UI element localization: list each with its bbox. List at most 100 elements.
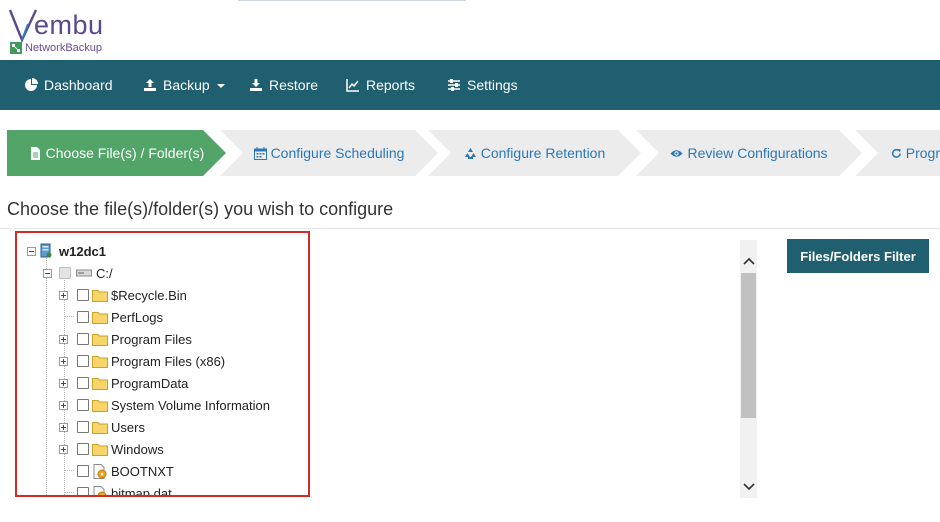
nav-backup[interactable]: Backup: [143, 60, 225, 110]
sliders-icon: [448, 79, 460, 91]
tree-item[interactable]: ProgramData: [59, 372, 188, 394]
folder-icon: [92, 333, 108, 346]
step-configure-scheduling-label: Configure Scheduling: [270, 145, 405, 161]
chevron-up-icon: [742, 257, 755, 265]
step-configure-scheduling[interactable]: Configure Scheduling: [220, 130, 438, 176]
item-label: Program Files: [111, 331, 192, 347]
line-chart-icon: [346, 79, 359, 92]
nav-reports[interactable]: Reports: [346, 60, 415, 110]
file-tree: w12dc1 C:/ $Recycle.Bin PerfLogs Program…: [17, 233, 308, 495]
scroll-down-button[interactable]: [740, 478, 757, 495]
pie-chart-icon: [25, 78, 38, 91]
step-choose-files[interactable]: Choose File(s) / Folder(s): [7, 130, 226, 176]
folder-icon: [92, 443, 108, 456]
scrollbar-thumb[interactable]: [741, 273, 756, 418]
tree-item[interactable]: bitmap.dat: [59, 482, 172, 497]
step-progress-label: Progr: [905, 145, 940, 161]
folder-icon: [92, 399, 108, 412]
expand-icon[interactable]: [59, 444, 68, 454]
item-checkbox[interactable]: [77, 377, 89, 389]
file-tree-panel: w12dc1 C:/ $Recycle.Bin PerfLogs Program…: [15, 231, 310, 497]
item-checkbox[interactable]: [77, 311, 89, 323]
system-file-icon: [93, 463, 107, 479]
expand-icon[interactable]: [59, 400, 68, 410]
item-label: Users: [111, 419, 145, 435]
drive-label: C:/: [96, 265, 113, 281]
folder-icon: [92, 311, 108, 324]
folder-icon: [92, 355, 108, 368]
server-icon: [40, 243, 52, 258]
nav-restore[interactable]: Restore: [249, 60, 318, 110]
item-checkbox[interactable]: [77, 487, 89, 495]
drive-icon: [76, 269, 92, 277]
tree-item[interactable]: $Recycle.Bin: [59, 284, 187, 306]
files-folders-filter-button[interactable]: Files/Folders Filter: [787, 239, 929, 273]
tree-node-root[interactable]: w12dc1: [27, 240, 106, 262]
refresh-icon: [891, 148, 901, 158]
product-name: NetworkBackup: [10, 42, 102, 54]
tree-root-label: w12dc1: [59, 243, 106, 259]
step-choose-files-label: Choose File(s) / Folder(s): [45, 145, 205, 161]
drive-checkbox[interactable]: [59, 267, 71, 279]
nav-dashboard[interactable]: Dashboard: [24, 60, 113, 110]
expand-icon[interactable]: [59, 422, 68, 432]
upload-icon: [144, 79, 156, 91]
download-icon: [250, 79, 262, 91]
item-label: Windows: [111, 441, 164, 457]
step-progress[interactable]: Progr: [855, 130, 940, 176]
item-checkbox[interactable]: [77, 421, 89, 433]
collapse-icon[interactable]: [43, 268, 52, 278]
item-label: System Volume Information: [111, 397, 270, 413]
expand-icon[interactable]: [59, 356, 68, 366]
item-label: BOOTNXT: [111, 463, 174, 479]
tree-item[interactable]: Program Files (x86): [59, 350, 225, 372]
step-review-configurations[interactable]: Review Configurations: [636, 130, 862, 176]
expand-icon[interactable]: [59, 378, 68, 388]
tree-connector: [46, 277, 47, 495]
tree-item[interactable]: Program Files: [59, 328, 192, 350]
folder-icon: [92, 377, 108, 390]
item-checkbox[interactable]: [77, 333, 89, 345]
nav-backup-label: Backup: [163, 77, 210, 93]
nav-settings-label: Settings: [467, 77, 518, 93]
step-configure-retention[interactable]: Configure Retention: [428, 130, 641, 176]
item-label: PerfLogs: [111, 309, 164, 325]
nav-dashboard-label: Dashboard: [44, 77, 113, 93]
nav-settings[interactable]: Settings: [447, 60, 518, 110]
item-label: ProgramData: [111, 375, 189, 391]
title-divider: [0, 228, 940, 229]
item-checkbox[interactable]: [77, 289, 89, 301]
collapse-icon[interactable]: [27, 246, 36, 256]
recycle-icon: [464, 147, 476, 159]
main-nav: Dashboard Backup Restore Reports Setting…: [0, 60, 940, 110]
tree-item[interactable]: System Volume Information: [59, 394, 270, 416]
tree-item[interactable]: PerfLogs: [59, 306, 163, 328]
chevron-down-icon: [742, 482, 755, 490]
item-checkbox[interactable]: [77, 465, 89, 477]
item-checkbox[interactable]: [77, 399, 89, 411]
network-icon: [10, 42, 22, 54]
expand-icon[interactable]: [59, 290, 68, 300]
file-icon: [30, 146, 40, 160]
item-checkbox[interactable]: [77, 443, 89, 455]
item-checkbox[interactable]: [77, 355, 89, 367]
eye-icon: [670, 149, 683, 157]
folder-icon: [92, 289, 108, 302]
expand-icon[interactable]: [59, 334, 68, 344]
tree-item[interactable]: Users: [59, 416, 145, 438]
wizard-steps: Choose File(s) / Folder(s) Configure Sch…: [0, 130, 940, 176]
tree-item[interactable]: BOOTNXT: [59, 460, 174, 482]
item-label: $Recycle.Bin: [111, 287, 187, 303]
tree-item[interactable]: Windows: [59, 438, 164, 460]
tree-node-drive[interactable]: C:/: [43, 262, 113, 284]
chevron-down-icon: [216, 84, 225, 88]
item-label: Program Files (x86): [111, 353, 226, 369]
product-label: NetworkBackup: [25, 42, 103, 54]
system-file-icon: [93, 485, 107, 495]
scroll-up-button[interactable]: [740, 252, 757, 269]
item-label: bitmap.dat: [111, 485, 172, 497]
nav-restore-label: Restore: [269, 77, 319, 93]
page-title: Choose the file(s)/folder(s) you wish to…: [7, 199, 394, 219]
vembu-logo[interactable]: embu NetworkBackup: [8, 6, 118, 58]
brand-name: embu: [34, 10, 104, 40]
